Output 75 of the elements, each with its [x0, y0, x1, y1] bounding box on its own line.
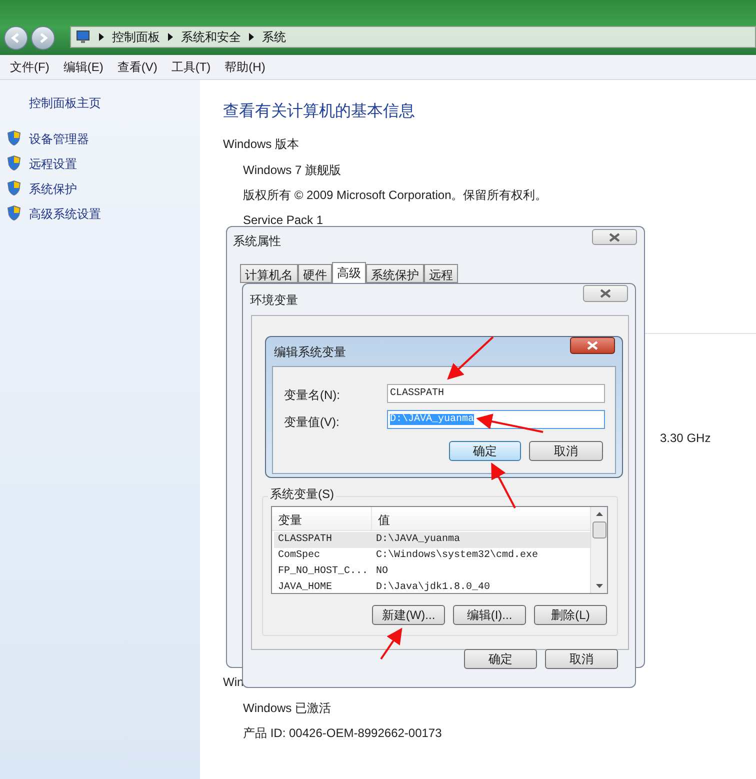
table-cell-text: D:\Java\jdk1.8.0_40	[375, 580, 490, 593]
menu-item[interactable]: 编辑(E)	[63, 58, 104, 76]
breadcrumb-arrow-icon	[249, 33, 254, 41]
close-icon	[587, 341, 598, 350]
shield-icon	[7, 155, 21, 171]
list-row[interactable]: CLASSPATH D:\JAVA_yuanma	[274, 532, 590, 548]
close-button[interactable]	[570, 337, 615, 354]
sidebar-link[interactable]: 设备管理器	[29, 130, 89, 148]
dialog-title: 编辑系统变量	[274, 344, 346, 361]
field-label: 变量名(N):	[284, 387, 340, 404]
shield-icon	[7, 205, 21, 221]
dialog-button[interactable]: 取消	[529, 441, 603, 461]
arrow-drawing	[380, 628, 402, 660]
sidebar-home-link[interactable]: 控制面板主页	[29, 94, 101, 112]
computer-icon	[75, 30, 91, 44]
field-label: 变量值(V):	[284, 414, 340, 431]
table-cell-text: D:\JAVA_yuanma	[375, 532, 460, 547]
dialog-button[interactable]: 删除(L)	[534, 605, 607, 625]
activation-status: Windows 已激活	[243, 700, 332, 717]
processor-speed: 3.30 GHz	[660, 430, 711, 447]
scrollbar[interactable]	[590, 507, 607, 593]
menu-item[interactable]: 查看(V)	[117, 58, 158, 76]
tab[interactable]: 计算机名	[240, 264, 298, 283]
list-row[interactable]: FP_NO_HOST_C... NO	[274, 564, 590, 580]
breadcrumb-item[interactable]: 控制面板	[112, 28, 160, 46]
group-label: 系统变量(S)	[268, 485, 336, 503]
tab[interactable]: 系统保护	[366, 264, 424, 283]
close-icon	[609, 232, 620, 242]
column-header[interactable]: 值	[372, 507, 390, 530]
dialog-button[interactable]: 确定	[449, 441, 521, 461]
sidebar-link[interactable]: 高级系统设置	[29, 205, 101, 223]
dialog-title: 环境变量	[250, 292, 298, 309]
list-row[interactable]: JAVA_HOME D:\Java\jdk1.8.0_40	[274, 580, 590, 593]
dialog-button[interactable]: 编辑(I)...	[453, 605, 526, 625]
page-heading: 查看有关计算机的基本信息	[223, 102, 415, 122]
breadcrumb-arrow-icon	[99, 33, 104, 41]
selected-text: D:\JAVA_yuanma	[390, 414, 474, 425]
close-button[interactable]	[592, 229, 637, 245]
shield-icon	[7, 180, 21, 196]
tab[interactable]: 高级	[332, 262, 366, 283]
table-cell-text: CLASSPATH	[277, 533, 334, 547]
tab[interactable]: 硬件	[298, 264, 332, 283]
table-cell-text: NO	[375, 565, 388, 579]
close-icon	[600, 289, 611, 298]
section-heading: Windows 版本	[223, 136, 300, 153]
menu-item[interactable]: 工具(T)	[171, 58, 211, 76]
menu-item[interactable]: 帮助(H)	[224, 58, 266, 76]
info-text: Service Pack 1	[243, 212, 324, 229]
breadcrumb-arrow-icon	[168, 33, 173, 41]
address-bar[interactable]: 控制面板 系统和安全 系统	[70, 26, 756, 48]
breadcrumb-item[interactable]: 系统	[262, 28, 286, 46]
table-cell-text: ComSpec	[277, 549, 322, 563]
column-header[interactable]: 变量	[272, 507, 372, 530]
sidebar-link[interactable]: 系统保护	[29, 180, 77, 198]
dialog-title: 系统属性	[233, 233, 281, 250]
menu-item[interactable]: 文件(F)	[10, 58, 50, 76]
table-cell-text: FP_NO_HOST_C...	[277, 565, 370, 579]
arrow-drawing	[491, 462, 516, 508]
arrow-drawing	[476, 414, 544, 433]
list-row[interactable]: ComSpec C:\Windows\system32\cmd.exe	[274, 548, 590, 564]
close-button[interactable]	[583, 285, 628, 302]
shield-icon	[7, 130, 21, 146]
arrow-drawing	[447, 336, 494, 380]
table-cell-text: C:\Windows\system32\cmd.exe	[375, 548, 538, 563]
dialog-button[interactable]: 确定	[464, 649, 537, 669]
product-id: 产品 ID: 00426-OEM-8992662-00173	[243, 725, 442, 742]
dialog-button[interactable]: 新建(W)...	[372, 605, 445, 625]
tab[interactable]: 远程	[424, 264, 458, 283]
info-text: 版权所有 © 2009 Microsoft Corporation。保留所有权利。	[243, 187, 548, 204]
input-field[interactable]: CLASSPATH	[387, 384, 605, 403]
info-text: Windows 7 旗舰版	[243, 162, 342, 179]
table-cell-text: JAVA_HOME	[277, 581, 334, 593]
sidebar-link[interactable]: 远程设置	[29, 155, 77, 173]
dialog-button[interactable]: 取消	[545, 649, 618, 669]
breadcrumb-item[interactable]: 系统和安全	[181, 28, 241, 46]
